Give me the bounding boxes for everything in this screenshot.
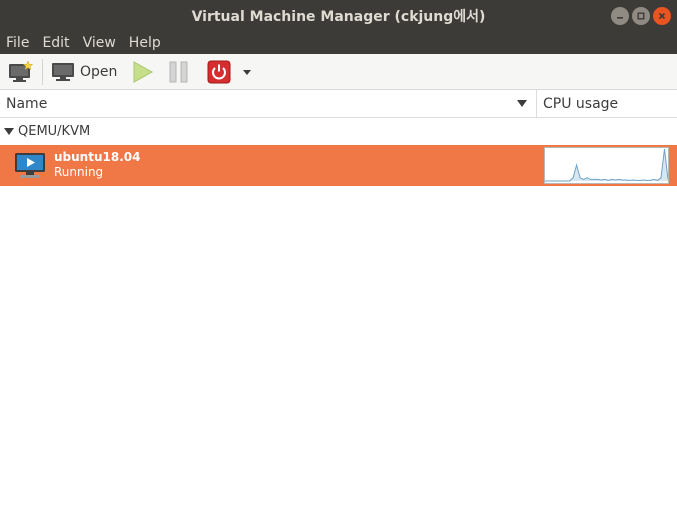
- cpu-usage-graph: [544, 147, 669, 184]
- minimize-icon: [617, 17, 623, 19]
- shutdown-menu-button[interactable]: [238, 57, 256, 87]
- maximize-button[interactable]: [632, 7, 650, 25]
- chevron-down-icon: [243, 69, 252, 75]
- toolbar-separator: [42, 58, 43, 85]
- column-name-header[interactable]: Name: [0, 90, 537, 118]
- toolbar: Open: [0, 54, 677, 90]
- menu-file[interactable]: File: [6, 32, 29, 54]
- expander-down-icon[interactable]: [4, 127, 14, 136]
- column-cpu-header[interactable]: CPU usage: [537, 90, 677, 118]
- new-vm-icon: [9, 59, 34, 82]
- run-button[interactable]: [128, 57, 158, 87]
- open-label: Open: [80, 63, 118, 80]
- open-button[interactable]: Open: [48, 57, 120, 87]
- column-name-label: Name: [6, 96, 48, 112]
- play-icon: [133, 60, 154, 83]
- monitor-icon: [52, 62, 74, 81]
- vm-status: Running: [54, 165, 104, 179]
- menu-help[interactable]: Help: [129, 32, 161, 54]
- vm-row[interactable]: ubuntu18.04 Running: [0, 145, 677, 186]
- cpu-sparkline: [545, 148, 669, 182]
- new-vm-button[interactable]: [5, 57, 37, 87]
- cpu-sparkline-line: [545, 148, 669, 182]
- shutdown-button[interactable]: [204, 57, 234, 87]
- sort-arrow-icon: [517, 100, 527, 107]
- close-icon: [658, 12, 666, 20]
- vm-name: ubuntu18.04: [54, 150, 141, 164]
- menu-edit[interactable]: Edit: [42, 32, 69, 54]
- maximize-icon: [637, 12, 645, 20]
- window-controls: [611, 7, 671, 25]
- window-title: Virtual Machine Manager (ckjung에서): [191, 9, 486, 25]
- power-icon: [207, 60, 231, 83]
- column-cpu-label: CPU usage: [543, 96, 619, 112]
- pause-icon: [169, 61, 188, 82]
- cpu-sparkline-fill: [545, 149, 668, 181]
- vm-running-icon: [15, 153, 45, 178]
- column-header: Name CPU usage: [0, 90, 677, 118]
- title-bar: Virtual Machine Manager (ckjung에서): [0, 0, 677, 32]
- menu-view[interactable]: View: [83, 32, 116, 54]
- connection-row[interactable]: QEMU/KVM: [0, 118, 677, 145]
- close-button[interactable]: [653, 7, 671, 25]
- menu-bar: File Edit View Help: [0, 32, 677, 54]
- connection-label: QEMU/KVM: [18, 124, 91, 139]
- pause-button[interactable]: [164, 57, 194, 87]
- minimize-button[interactable]: [611, 7, 629, 25]
